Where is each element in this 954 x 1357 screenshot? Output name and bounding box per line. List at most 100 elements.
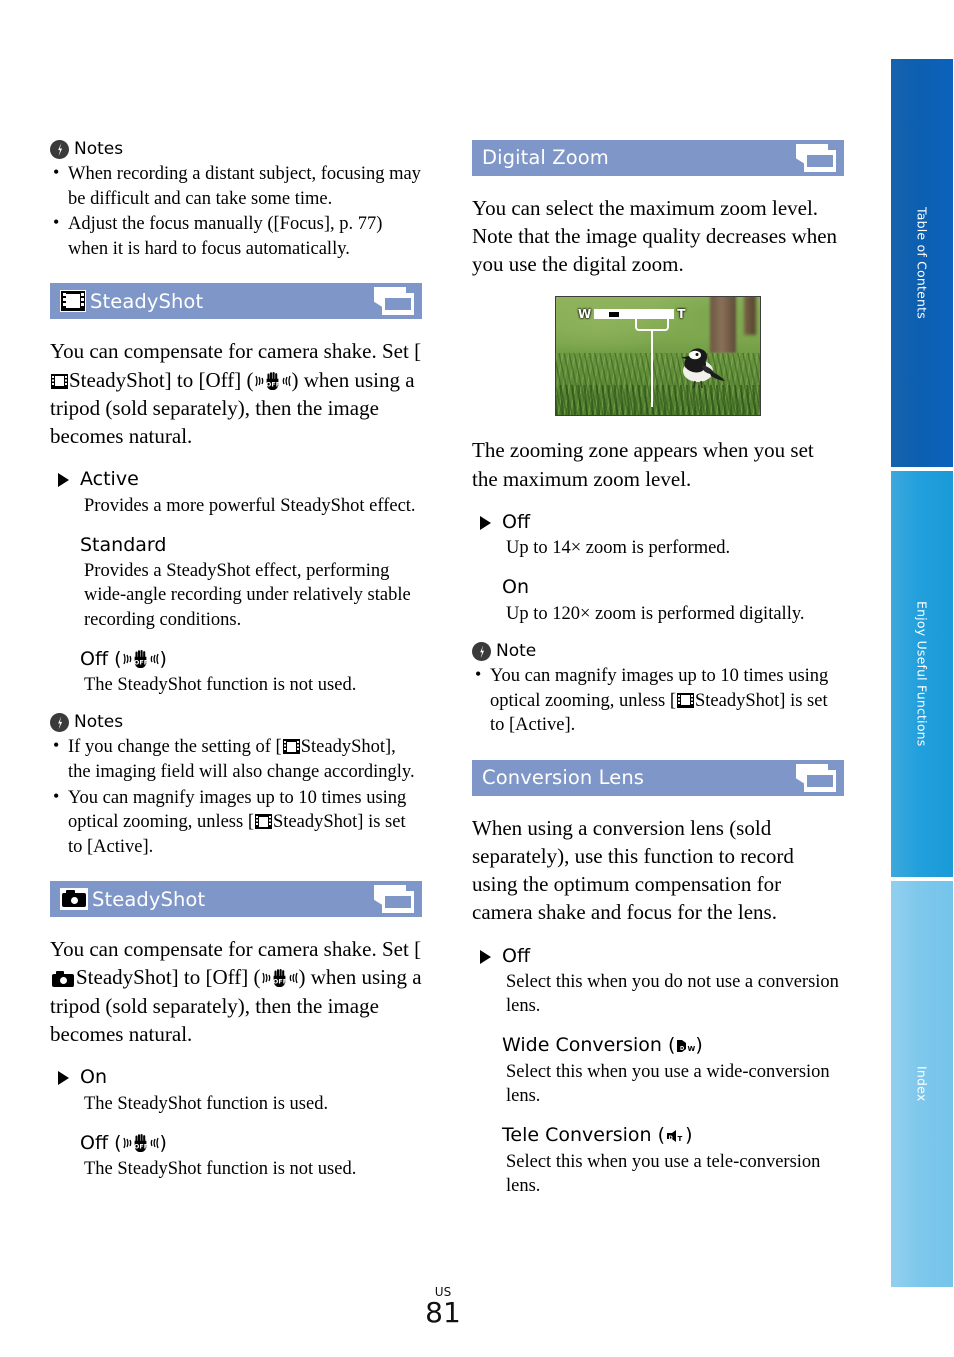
note-text-part: If you change the setting of [ <box>68 737 282 758</box>
option-label-text: Active <box>80 467 139 490</box>
digital-zoom-caption: The zooming zone appears when you set th… <box>472 438 814 491</box>
page-number: 81 <box>425 1296 461 1329</box>
option-label-text: Off <box>502 510 531 533</box>
film-strip-icon <box>51 373 68 389</box>
side-tab-enjoy-useful-functions[interactable]: Enjoy Useful Functions <box>890 470 954 878</box>
note-item: When recording a distant subject, focusi… <box>50 161 422 211</box>
intro-part-2: SteadyShot] to [Off] ( <box>69 367 254 392</box>
tele-conversion-lens-icon: DT <box>665 1128 685 1144</box>
option-tele-conversion[interactable]: Tele Conversion (D T) Select this when yo… <box>472 1124 844 1198</box>
side-tab-navigation: Table of Contents Enjoy Useful Functions… <box>890 58 954 1288</box>
intro-part-1: You can compensate for camera shake. Set… <box>50 339 422 364</box>
option-off[interactable]: Off (OFF) The SteadyShot function is not… <box>50 648 422 698</box>
bird-subject <box>681 348 725 389</box>
option-on[interactable]: On The SteadyShot function is used. <box>50 1066 422 1116</box>
option-label-text: ) <box>685 1124 693 1147</box>
side-tab-label: Index <box>914 1066 930 1102</box>
svg-text:D: D <box>680 1046 684 1052</box>
note-item: You can magnify images up to 10 times us… <box>50 785 422 860</box>
film-strip-icon <box>255 814 272 830</box>
notes-heading-label: Notes <box>74 712 124 733</box>
side-tab-label: Table of Contents <box>914 207 930 319</box>
digital-zoom-zone-leader-line <box>651 331 653 408</box>
option-label: Standard <box>50 534 422 558</box>
notes-heading-label: Note <box>496 641 537 662</box>
digital-zoom-screen-example: W T <box>555 296 761 417</box>
option-wide-conversion[interactable]: Wide Conversion (D W) Select this when yo… <box>472 1034 844 1108</box>
option-label-text: Off <box>80 647 109 670</box>
wide-conversion-lens-icon: DW <box>675 1038 695 1054</box>
option-label: Off <box>472 945 844 969</box>
film-strip-icon <box>677 692 694 708</box>
page-footer: US 81 <box>0 1286 886 1327</box>
option-standard[interactable]: Standard Provides a SteadyShot effect, p… <box>50 534 422 632</box>
option-off[interactable]: Off Select this when you do not use a co… <box>472 945 844 1019</box>
option-label-text: Tele Conversion ( <box>502 1124 666 1147</box>
digital-zoom-zone-bracket <box>635 319 669 332</box>
note-item: Adjust the focus manually ([Focus], p. 7… <box>50 211 422 261</box>
option-label: Off <box>472 511 844 535</box>
section-title: Digital Zoom <box>482 146 609 170</box>
section-title: Conversion Lens <box>482 766 645 790</box>
option-active[interactable]: Active Provides a more powerful SteadySh… <box>50 468 422 518</box>
option-description: Select this when you use a wide-conversi… <box>506 1062 830 1107</box>
svg-text:OFF: OFF <box>133 658 147 666</box>
digital-zoom-illustration-wrap: W T <box>472 296 844 417</box>
option-description: Up to 120× zoom is performed digitally. <box>506 604 805 625</box>
option-off[interactable]: Off (OFF) The SteadyShot function is not… <box>50 1132 422 1182</box>
zoom-tele-label: T <box>677 307 686 322</box>
screens-icon <box>374 885 414 914</box>
option-on[interactable]: On Up to 120× zoom is performed digitall… <box>472 576 844 626</box>
option-description: Select this when you use a tele-conversi… <box>506 1151 821 1196</box>
notes-list-focus: When recording a distant subject, focusi… <box>50 161 422 261</box>
option-label: Wide Conversion (D W) <box>472 1034 844 1058</box>
section-title: SteadyShot <box>90 289 204 313</box>
svg-text:OFF: OFF <box>133 1142 147 1150</box>
section-intro-digital-zoom: You can select the maximum zoom level. N… <box>472 196 838 277</box>
svg-text:OFF: OFF <box>272 978 286 986</box>
option-description: Provides a SteadyShot effect, performing… <box>84 561 411 630</box>
manual-page: Notes When recording a distant subject, … <box>0 0 954 1357</box>
tree-trunk-secondary <box>744 297 756 336</box>
film-strip-icon <box>282 739 300 755</box>
page-columns: Notes When recording a distant subject, … <box>0 0 886 1357</box>
intro-part-2: SteadyShot] to [Off] ( <box>76 965 261 990</box>
grass-foreground <box>556 385 760 416</box>
option-label-text: Off <box>80 1131 109 1154</box>
zoom-bar-track <box>594 309 675 320</box>
svg-text:W: W <box>688 1045 696 1053</box>
note-item: If you change the setting of [SteadyShot… <box>50 734 422 784</box>
side-tab-index[interactable]: Index <box>890 880 954 1288</box>
zoom-bar-overlay: W T <box>578 307 688 321</box>
camera-icon <box>60 888 88 911</box>
note-list-digital-zoom: You can magnify images up to 10 times us… <box>472 663 844 738</box>
selection-arrow-icon <box>480 949 491 964</box>
option-label: Active <box>50 468 422 492</box>
side-tab-table-of-contents[interactable]: Table of Contents <box>890 58 954 468</box>
section-header-movie-steadyshot: SteadyShot <box>50 283 422 320</box>
section-intro-photo-steadyshot: You can compensate for camera shake. Set… <box>50 935 422 1048</box>
svg-text:D: D <box>669 1136 673 1142</box>
notes-list-movie-steadyshot: If you change the setting of [SteadyShot… <box>50 734 422 860</box>
zoom-bar-marker <box>609 311 620 317</box>
section-header-photo-steadyshot: SteadyShot <box>50 881 422 918</box>
selection-arrow-icon <box>480 515 491 530</box>
right-column: Digital Zoom You can select the maximum … <box>472 140 844 1214</box>
section-intro-movie-steadyshot: You can compensate for camera shake. Set… <box>50 337 422 450</box>
notes-heading-label: Notes <box>74 139 124 159</box>
option-off[interactable]: Off Up to 14× zoom is performed. <box>472 511 844 561</box>
option-label: Off (OFF) <box>80 1131 167 1154</box>
note-heading-digital-zoom: Note <box>472 641 844 662</box>
option-description: Up to 14× zoom is performed. <box>506 538 731 559</box>
intro-part-1: You can compensate for camera shake. Set… <box>50 937 422 962</box>
option-label: On <box>50 1066 422 1090</box>
svg-text:T: T <box>678 1135 683 1143</box>
notes-heading-movie-steadyshot: Notes <box>50 712 422 733</box>
option-description: Provides a more powerful SteadyShot effe… <box>84 495 416 516</box>
camera-icon <box>52 971 74 988</box>
section-header-digital-zoom: Digital Zoom <box>472 140 844 176</box>
steadyshot-off-icon: OFF <box>261 969 298 988</box>
screens-icon <box>796 764 836 792</box>
option-label-text: Wide Conversion ( <box>502 1034 676 1057</box>
left-column: Notes When recording a distant subject, … <box>50 140 422 1197</box>
